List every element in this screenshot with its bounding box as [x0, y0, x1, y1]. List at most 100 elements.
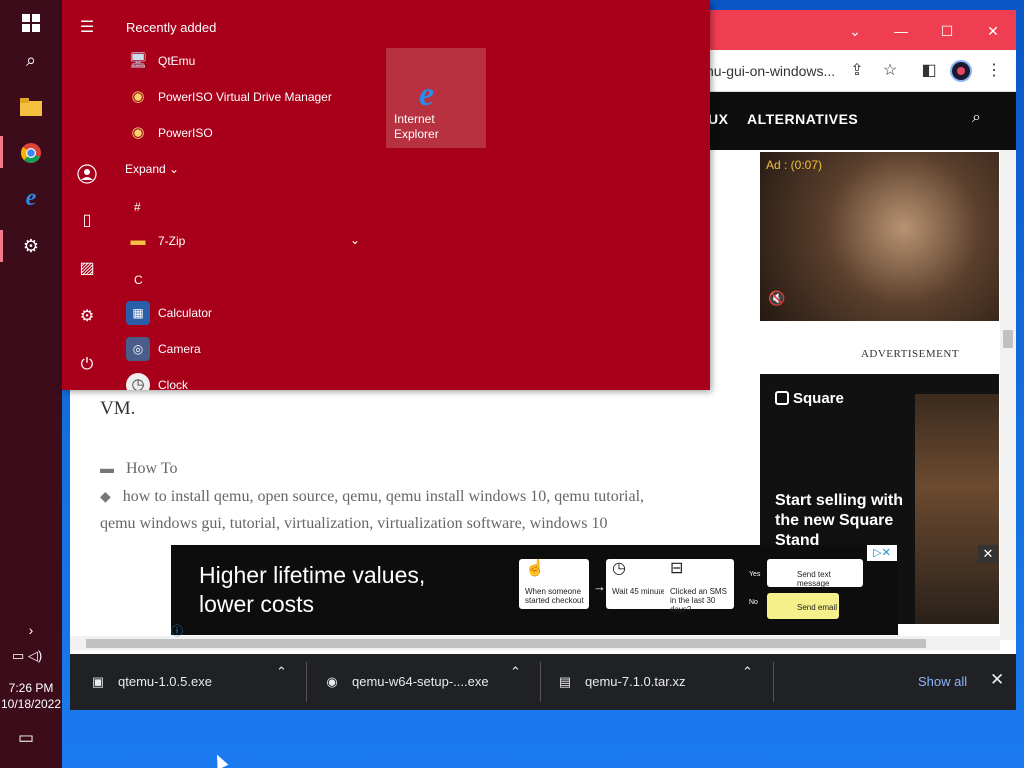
start-menu-rail: ☰ ▯ ▨ ⚙ ⏻ [62, 0, 112, 390]
article-text: VM. [100, 398, 136, 419]
hamburger-menu-icon[interactable]: ☰ [74, 15, 100, 41]
folder-icon: ▬ [130, 232, 146, 249]
chevron-up-icon[interactable]: ⌃ [510, 664, 521, 680]
chevron-up-icon[interactable]: ⌃ [276, 664, 287, 680]
flow-send-text: Send text message [767, 559, 863, 588]
clock[interactable]: 7:26 PM 10/18/2022 [0, 680, 62, 712]
vertical-scrollbar[interactable] [1000, 150, 1016, 640]
tag-icon: ◆ [100, 490, 111, 505]
power-icon[interactable]: ⏻ [74, 352, 100, 378]
yes-label: Yes [749, 571, 761, 578]
app-poweriso[interactable]: ◉ PowerISO [126, 119, 366, 149]
expand-button[interactable]: Expand ⌄ [125, 162, 179, 176]
app-7zip[interactable]: ▬ 7-Zip [126, 227, 366, 257]
monitor-icon: 🖥 [128, 52, 148, 69]
chrome-icon[interactable] [0, 130, 62, 174]
chevron-up-icon[interactable]: ⌃ [742, 664, 753, 680]
nav-item-alternatives[interactable]: ALTERNATIVES [747, 111, 858, 127]
clock-icon: ◷ [126, 373, 150, 390]
tab-search-icon[interactable]: ⌄ [832, 16, 878, 46]
app-qtemu[interactable]: 🖥 QtEmu [126, 47, 366, 77]
camera-icon: ◎ [126, 337, 150, 361]
close-ad-button[interactable]: ✕ [978, 545, 998, 563]
profile-avatar-icon[interactable] [950, 60, 972, 82]
square-logo: Square [775, 390, 844, 407]
user-account-icon[interactable] [74, 161, 100, 187]
nav-item-partial[interactable]: UX [708, 111, 728, 127]
arrow-icon: → [593, 579, 606, 594]
category-link[interactable]: How To [126, 460, 177, 477]
mute-icon[interactable]: 🔇 [768, 290, 785, 307]
split-icon: ⊟ [670, 560, 684, 577]
network-volume-icons[interactable]: ▭ ◁) [0, 634, 62, 678]
settings-icon[interactable]: ⚙ [74, 304, 100, 330]
flow-step: ⊟ Clicked an SMS in the last 30 days? [664, 559, 734, 614]
maximize-button[interactable]: ☐ [924, 16, 970, 46]
pictures-icon[interactable]: ▨ [74, 256, 100, 282]
banner-ad[interactable]: Higher lifetime values, lower costs ☝ Whe… [171, 545, 898, 635]
square-headline: Start selling with the new Square Stand [775, 492, 904, 549]
category-row: ▬ How To [100, 460, 177, 478]
chevron-down-icon: ⌄ [169, 162, 180, 176]
divider [773, 662, 774, 702]
info-icon[interactable]: ⓘ [171, 622, 183, 639]
documents-icon[interactable]: ▯ [74, 208, 100, 234]
flow-send-email: Send email [767, 593, 839, 619]
download-item[interactable]: ◉ qemu-w64-setup-....exe [324, 664, 524, 700]
date-label: 10/18/2022 [0, 697, 62, 711]
tile-label: Internet Explorer [394, 112, 439, 141]
download-item[interactable]: ▣ qtemu-1.0.5.exe [90, 664, 290, 700]
browser-menu-icon[interactable]: ⋮ [983, 60, 1005, 82]
internet-explorer-tile[interactable]: e Internet Explorer [386, 48, 486, 148]
share-icon[interactable]: ⇪ [846, 60, 868, 82]
ad-timer-label: Ad : (0:07) [766, 158, 823, 172]
ad-choices-icon[interactable]: ▷✕ [867, 545, 897, 561]
ad-photo [915, 394, 999, 624]
banner-headline: Higher lifetime values, lower costs [199, 562, 426, 617]
tags-row: ◆ how to install qemu, open source, qemu… [100, 484, 670, 537]
horizontal-scrollbar[interactable] [70, 636, 1000, 650]
url-field[interactable]: nu-gui-on-windows... [706, 63, 835, 79]
search-icon[interactable]: ⌕ [972, 109, 981, 127]
notification-icon[interactable]: ▭ [18, 728, 34, 748]
search-icon[interactable]: ⌕ [0, 38, 62, 82]
recently-added-heading: Recently added [126, 20, 217, 35]
app-camera[interactable]: ◎ Camera [126, 335, 366, 365]
time-label: 7:26 PM [8, 681, 54, 695]
side-panel-icon[interactable]: ◧ [918, 60, 940, 82]
download-shelf: ▣ qtemu-1.0.5.exe ⌃ ◉ qemu-w64-setup-...… [70, 654, 1016, 710]
chevron-down-icon[interactable]: ⌄ [350, 233, 360, 247]
start-menu: ☰ ▯ ▨ ⚙ ⏻ Recently added 🖥 QtEmu ◉ Power… [62, 0, 710, 390]
exe-icon: ▣ [91, 674, 105, 689]
calculator-icon: ▦ [126, 301, 150, 325]
app-poweriso-vdm[interactable]: ◉ PowerISO Virtual Drive Manager [126, 83, 366, 113]
disc-icon: ◉ [131, 88, 145, 105]
no-label: No [749, 599, 758, 606]
app-calculator[interactable]: ▦ Calculator [126, 299, 366, 329]
divider [306, 662, 307, 702]
close-icon[interactable]: ✕ [990, 670, 1004, 690]
letter-header-c[interactable]: C [134, 273, 143, 287]
file-explorer-icon[interactable] [0, 84, 62, 128]
bookmark-star-icon[interactable]: ☆ [879, 60, 901, 82]
letter-header-hash[interactable]: # [134, 200, 141, 214]
divider [540, 662, 541, 702]
taskbar: ⌕ e ⚙ › ▭ ◁) 7:26 PM 10/18/2022 ▭ [0, 0, 62, 768]
flow-step: ☝ When someone started checkout [519, 559, 589, 609]
download-item[interactable]: ▤ qemu-7.1.0.tar.xz [557, 664, 757, 700]
app-clock[interactable]: ◷ Clock [126, 371, 366, 390]
scroll-thumb[interactable] [1003, 330, 1013, 348]
clock-icon: ◷ [612, 560, 626, 577]
disc-icon: ◉ [131, 124, 145, 141]
close-window-button[interactable]: ✕ [970, 16, 1016, 46]
show-all-button[interactable]: Show all [918, 674, 967, 689]
scroll-thumb[interactable] [86, 639, 926, 648]
minimize-button[interactable]: — [878, 16, 924, 46]
video-ad[interactable]: Ad : (0:07) 🔇 [760, 152, 999, 321]
tags-links[interactable]: how to install qemu, open source, qemu, … [100, 488, 644, 532]
arrow-icon: → [651, 579, 664, 594]
advertisement-label: ADVERTISEMENT [860, 348, 960, 360]
internet-explorer-icon[interactable]: e [0, 176, 62, 220]
folder-icon: ▬ [100, 462, 114, 477]
settings-gear-icon[interactable]: ⚙ [0, 224, 62, 268]
